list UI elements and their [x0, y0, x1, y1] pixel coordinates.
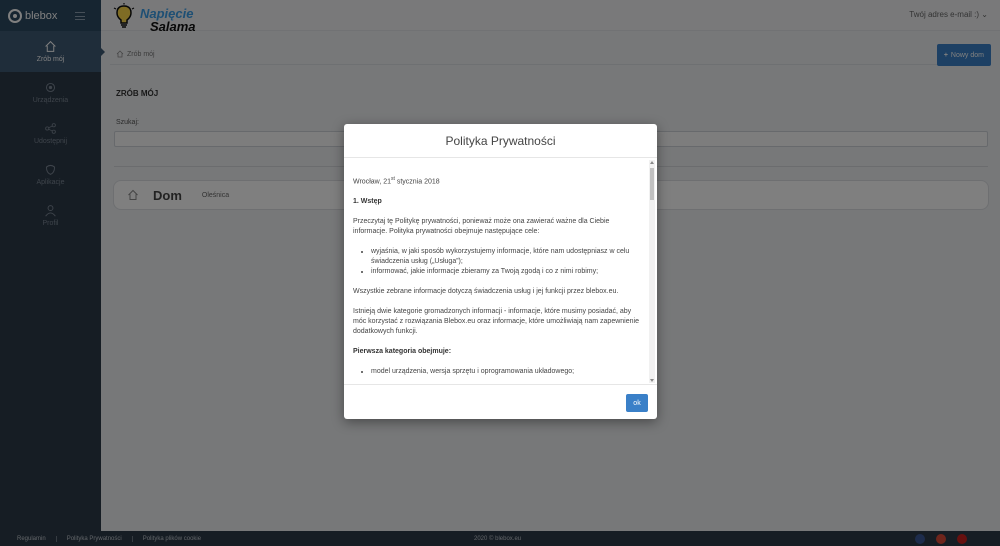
- policy-date: Wrocław, 21st stycznia 2018: [353, 176, 440, 186]
- modal-text: Wrocław, 21st stycznia 2018 1. Wstęp Prz…: [353, 174, 643, 384]
- ok-button[interactable]: ok: [626, 394, 648, 412]
- intro-paragraph: Przeczytaj tę Politykę prywatności, poni…: [353, 218, 610, 236]
- category-list: model urządzenia, wersja sprzętu i oprog…: [371, 367, 643, 377]
- purpose-list: wyjaśnia, w jaki sposób wykorzystujemy i…: [371, 247, 643, 277]
- scrollbar-thumb[interactable]: [650, 168, 654, 200]
- category-heading: Pierwsza kategoria obejmuje:: [353, 348, 452, 356]
- list-item: informować, jakie informacje zbieramy za…: [371, 267, 643, 277]
- list-item: model urządzenia, wersja sprzętu i oprog…: [371, 367, 643, 377]
- scroll-up-icon[interactable]: [650, 161, 654, 164]
- privacy-policy-modal: Polityka Prywatności Wrocław, 21st stycz…: [344, 124, 657, 419]
- scroll-down-icon[interactable]: [650, 379, 654, 382]
- paragraph: Istnieją dwie kategorie gromadzonych inf…: [353, 308, 639, 336]
- modal-title: Polityka Prywatności: [344, 124, 657, 158]
- section-heading: 1. Wstęp: [353, 198, 382, 206]
- modal-scrollbar[interactable]: [649, 160, 655, 383]
- modal-body[interactable]: Wrocław, 21st stycznia 2018 1. Wstęp Prz…: [344, 158, 657, 385]
- paragraph: Wszystkie zebrane informacje dotyczą świ…: [353, 288, 619, 296]
- list-item: wyjaśnia, w jaki sposób wykorzystujemy i…: [371, 247, 643, 267]
